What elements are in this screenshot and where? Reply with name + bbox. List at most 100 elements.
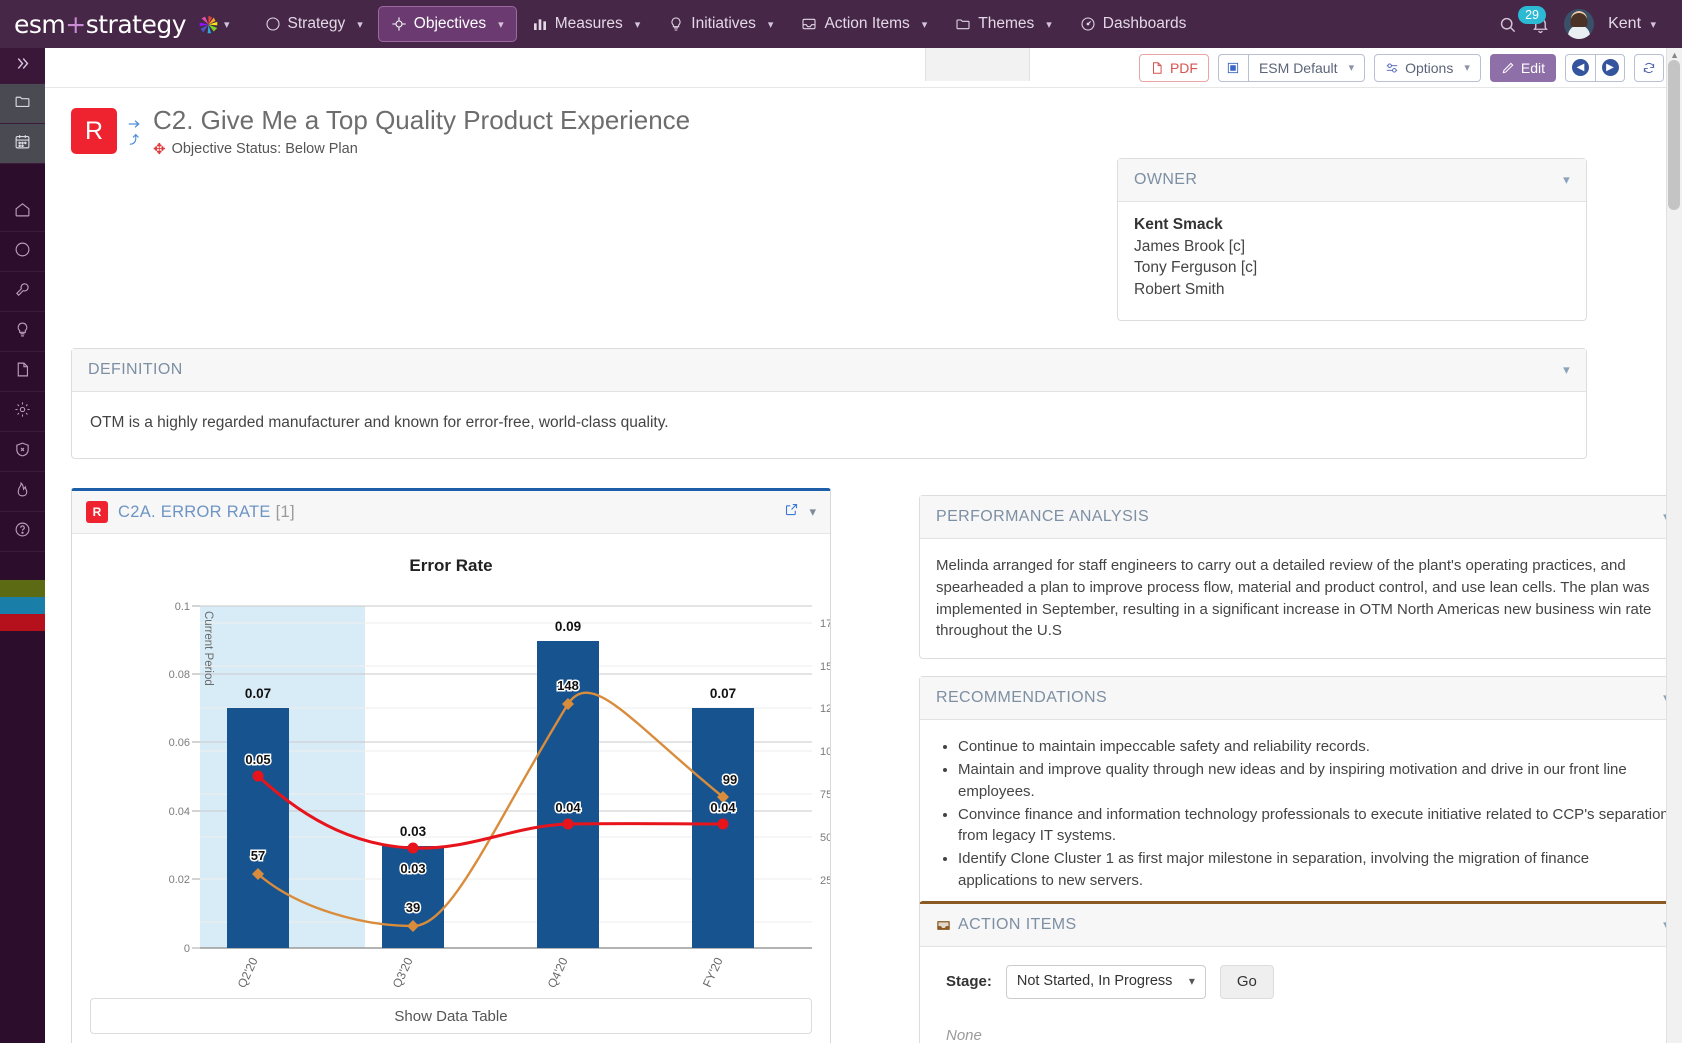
nav-item-objectives[interactable]: Objectives ▾	[377, 6, 517, 42]
svg-text:39: 39	[406, 900, 420, 915]
options-button[interactable]: Options ▾	[1374, 53, 1481, 82]
brand-logo[interactable]: esm+strategy	[0, 9, 187, 39]
below-plan-icon: ✥	[153, 141, 166, 158]
username-label: Kent	[1608, 15, 1642, 32]
action-items-card-header[interactable]: ACTION ITEMS ▾	[920, 904, 1682, 947]
sidebar-item-flame[interactable]	[0, 472, 45, 512]
nav-item-dashboards[interactable]: Dashboards	[1067, 6, 1200, 42]
edit-button[interactable]: Edit	[1489, 53, 1556, 82]
chevron-down-icon: ▾	[767, 18, 774, 31]
wrench-icon	[14, 281, 31, 303]
chevron-down-icon: ▾	[224, 18, 230, 31]
svg-text:99: 99	[723, 772, 737, 787]
gauge-icon	[1080, 16, 1096, 32]
sidebar-item-calendar[interactable]	[0, 124, 45, 164]
nav-label: Strategy	[287, 15, 346, 32]
next-button[interactable]: ▶	[1595, 53, 1625, 82]
brand-left: esm	[14, 9, 66, 39]
nav-item-initiatives[interactable]: Initiatives ▾	[655, 6, 786, 42]
nav-label: Initiatives	[691, 15, 756, 32]
layout-picker-button[interactable]	[1217, 53, 1248, 82]
chevron-down-icon: ▾	[921, 18, 928, 31]
show-data-table-button[interactable]: Show Data Table	[90, 998, 812, 1034]
measure-header-actions: ▾	[784, 502, 816, 522]
svg-text:0.03: 0.03	[400, 861, 425, 876]
open-external-icon[interactable]	[784, 502, 799, 522]
chevron-down-icon[interactable]: ▾	[809, 504, 816, 520]
nav-item-themes[interactable]: Themes ▾	[942, 6, 1065, 42]
nav-item-measures[interactable]: Measures ▾	[519, 6, 654, 42]
sidebar-item-help[interactable]	[0, 512, 45, 552]
user-menu[interactable]: Kent ▾	[1608, 15, 1656, 33]
avatar[interactable]	[1564, 9, 1595, 39]
svg-text:0.03: 0.03	[400, 824, 427, 839]
owner-list: Kent Smack James Brook [c] Tony Ferguson…	[1118, 202, 1586, 320]
arrow-right-icon	[128, 119, 140, 128]
nav-item-action-items[interactable]: Action Items ▾	[788, 6, 940, 42]
sidebar-item-wrench[interactable]	[0, 272, 45, 312]
question-icon	[14, 521, 31, 543]
arrow-left-icon: ◀	[1572, 59, 1589, 76]
nav-item-strategy[interactable]: Strategy ▾	[252, 6, 376, 42]
org-switcher[interactable]: ▾	[198, 14, 230, 35]
recommendations-card-header[interactable]: RECOMMENDATIONS ▾	[920, 677, 1682, 720]
notifications-bell[interactable]: 29	[1518, 5, 1550, 34]
search-icon[interactable]	[1498, 15, 1517, 34]
list-item: Identify Clone Cluster 1 as first major …	[958, 848, 1670, 891]
chevron-down-icon[interactable]: ▾	[1563, 362, 1570, 378]
go-button[interactable]: Go	[1219, 965, 1274, 999]
sidebar-color-strip-1	[0, 580, 45, 597]
page-scrollbar[interactable]: ▲	[1666, 48, 1682, 1043]
sidebar-item-compass[interactable]	[0, 232, 45, 272]
xtick-1: Q3'20	[390, 955, 416, 990]
svg-text:175: 175	[820, 618, 830, 630]
chevron-down-icon: ▾	[498, 18, 504, 31]
error-rate-chart[interactable]: 0.1 0.08 0.06 0.04 0.02 0 17	[72, 578, 830, 1033]
inbox-icon	[801, 16, 817, 32]
performance-card-header[interactable]: PERFORMANCE ANALYSIS ▾	[920, 496, 1682, 539]
sidebar-item-folder[interactable]	[0, 84, 45, 124]
pdf-button[interactable]: PDF	[1138, 53, 1209, 82]
scrollbar-thumb[interactable]	[1668, 60, 1680, 210]
sidebar-item-home[interactable]	[0, 192, 45, 232]
nav-label: Measures	[554, 15, 623, 32]
svg-text:0: 0	[184, 943, 190, 955]
chevron-down-icon: ▾	[357, 18, 363, 31]
owner-person: James Brook [c]	[1134, 237, 1246, 255]
edit-label: Edit	[1520, 59, 1545, 76]
title-block: C2. Give Me a Top Quality Product Experi…	[145, 104, 690, 158]
stage-select[interactable]: Not Started, In Progress ▾	[1005, 965, 1206, 999]
sidebar-gap-2	[0, 552, 45, 580]
view-dropdown-button[interactable]: ESM Default ▾	[1247, 53, 1366, 82]
nav-label: Action Items	[824, 15, 910, 32]
measure-title-label: C2A. ERROR RATE	[118, 502, 271, 521]
chevron-down-icon: ▾	[1046, 18, 1052, 31]
definition-heading: DEFINITION	[88, 361, 183, 378]
sidebar-item-file[interactable]	[0, 352, 45, 392]
sidebar-item-expand[interactable]	[0, 48, 45, 84]
owner-card-header[interactable]: OWNER ▾	[1118, 159, 1586, 202]
previous-button[interactable]: ◀	[1565, 53, 1595, 82]
sidebar-item-lightbulb[interactable]	[0, 312, 45, 352]
chevron-down-icon: ▾	[1464, 62, 1470, 74]
recommendations-list: Continue to maintain impeccable safety a…	[958, 736, 1670, 891]
settings-sliders-icon	[1386, 62, 1398, 73]
sidebar-item-shield[interactable]	[0, 432, 45, 472]
scroll-up-arrow-icon[interactable]: ▲	[1670, 50, 1679, 60]
status-badge: R	[71, 108, 117, 154]
chevron-down-icon[interactable]: ▾	[1563, 172, 1570, 188]
brand-plus: +	[65, 9, 86, 39]
svg-text:0.07: 0.07	[710, 686, 736, 701]
chart-area: Error Rate 0.1 0.08 0.06 0.04 0.02 0 1 1…	[72, 534, 830, 1034]
svg-text:0.05: 0.05	[245, 752, 270, 767]
sidebar-item-gear[interactable]	[0, 392, 45, 432]
stage-value: Not Started, In Progress	[1016, 973, 1173, 990]
measure-title[interactable]: C2A. ERROR RATE [1]	[118, 503, 295, 522]
svg-text:0.07: 0.07	[245, 686, 271, 701]
definition-card-header[interactable]: DEFINITION ▾	[72, 349, 1586, 392]
refresh-button[interactable]	[1634, 53, 1664, 82]
layout-icon	[1228, 62, 1239, 73]
pdf-icon	[1152, 61, 1162, 74]
svg-text:0.04: 0.04	[169, 806, 190, 818]
current-period-label: Current Period	[202, 611, 214, 686]
